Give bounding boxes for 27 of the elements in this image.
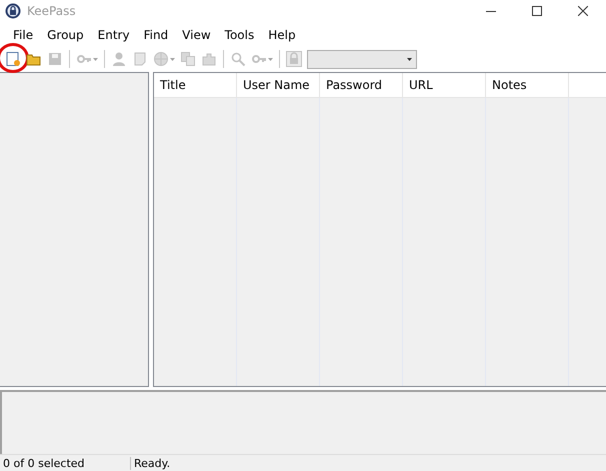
status-text: Ready.: [133, 456, 170, 470]
search-icon: [230, 51, 246, 67]
window-title: KeePass: [27, 4, 76, 18]
menu-item[interactable]: Help: [261, 26, 303, 44]
column-header[interactable]: User Name: [237, 73, 320, 97]
column-header[interactable]: Password: [320, 73, 403, 97]
menu-item[interactable]: Group: [40, 26, 91, 44]
user-icon: [111, 51, 127, 67]
column-header[interactable]: Notes: [486, 73, 569, 97]
lock-icon: [5, 3, 21, 19]
close-icon: [578, 6, 588, 16]
menu-item[interactable]: File: [6, 26, 40, 44]
status-text: 0 of 0 selected: [0, 456, 131, 470]
lock-icon: [286, 51, 302, 67]
note-icon: [132, 51, 148, 67]
new-file-icon: [5, 51, 21, 67]
menu-item[interactable]: Find: [136, 26, 176, 44]
copy-icon: [180, 51, 196, 67]
column-header[interactable]: Title: [154, 73, 237, 97]
menu-item[interactable]: Entry: [90, 26, 137, 44]
menu-item[interactable]: View: [175, 26, 218, 44]
maximize-icon: [532, 6, 542, 16]
caret-icon: [407, 58, 412, 60]
column-header[interactable]: URL: [403, 73, 486, 97]
menu-item[interactable]: Tools: [218, 26, 262, 44]
floppy-icon: [47, 51, 63, 67]
globe-icon: [153, 51, 169, 67]
